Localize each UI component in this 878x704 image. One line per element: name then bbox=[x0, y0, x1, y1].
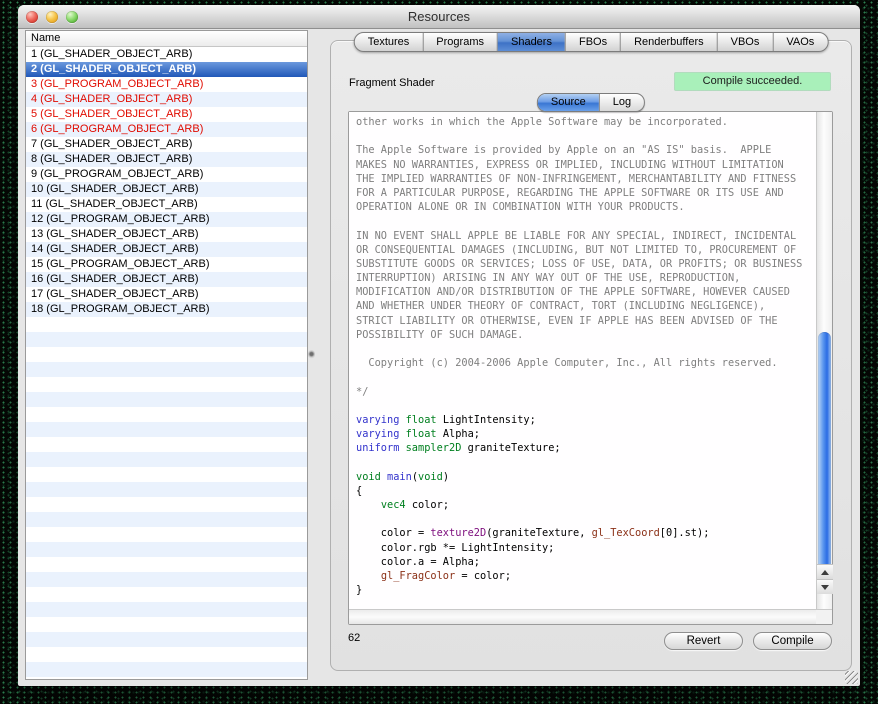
list-item-7[interactable]: 7 (GL_SHADER_OBJECT_ARB) bbox=[26, 137, 307, 152]
shaders-tab-panel: TexturesProgramsShadersFBOsRenderbuffers… bbox=[330, 40, 852, 671]
list-item-15[interactable]: 15 (GL_PROGRAM_OBJECT_ARB) bbox=[26, 257, 307, 272]
code-line bbox=[356, 214, 816, 228]
code-line bbox=[356, 129, 816, 143]
code-line: POSSIBILITY OF SUCH DAMAGE. bbox=[356, 328, 816, 342]
code-line: color = texture2D(graniteTexture, gl_Tex… bbox=[356, 526, 816, 540]
code-line: SUBSTITUTE GOODS OR SERVICES; LOSS OF US… bbox=[356, 257, 816, 271]
code-line: void main(void) bbox=[356, 470, 816, 484]
code-line: The Apple Software is provided by Apple … bbox=[356, 143, 816, 157]
code-line: THE IMPLIED WARRANTIES OF NON-INFRINGEME… bbox=[356, 172, 816, 186]
tab-renderbuffers[interactable]: Renderbuffers bbox=[621, 33, 718, 51]
resource-list-body: 1 (GL_SHADER_OBJECT_ARB)2 (GL_SHADER_OBJ… bbox=[26, 47, 307, 679]
code-line: */ bbox=[356, 385, 816, 399]
code-line: MAKES NO WARRANTIES, EXPRESS OR IMPLIED,… bbox=[356, 158, 816, 172]
desktop-background: Resources Name 1 (GL_SHADER_OBJECT_ARB)2… bbox=[0, 0, 878, 704]
code-line: AND WHETHER UNDER THEORY OF CONTRACT, TO… bbox=[356, 299, 816, 313]
code-line: color.a = Alpha; bbox=[356, 555, 816, 569]
tab-fbos[interactable]: FBOs bbox=[566, 33, 621, 51]
code-line: varying float Alpha; bbox=[356, 427, 816, 441]
list-item-11[interactable]: 11 (GL_SHADER_OBJECT_ARB) bbox=[26, 197, 307, 212]
list-item-5[interactable]: 5 (GL_SHADER_OBJECT_ARB) bbox=[26, 107, 307, 122]
compile-button[interactable]: Compile bbox=[753, 632, 832, 650]
code-line bbox=[356, 456, 816, 470]
arrow-up-icon bbox=[821, 570, 829, 575]
code-line: varying float LightIntensity; bbox=[356, 413, 816, 427]
tab-textures[interactable]: Textures bbox=[355, 33, 424, 51]
code-line bbox=[356, 370, 816, 384]
code-line: IN NO EVENT SHALL APPLE BE LIABLE FOR AN… bbox=[356, 229, 816, 243]
window-controls bbox=[26, 11, 78, 23]
horizontal-scrollbar[interactable] bbox=[349, 609, 816, 624]
list-item-8[interactable]: 8 (GL_SHADER_OBJECT_ARB) bbox=[26, 152, 307, 167]
code-line: } bbox=[356, 583, 816, 597]
shader-source-text[interactable]: other works in which the Apple Software … bbox=[349, 112, 816, 609]
tab-programs[interactable]: Programs bbox=[423, 33, 498, 51]
tab-vaos[interactable]: VAOs bbox=[773, 33, 827, 51]
list-item-10[interactable]: 10 (GL_SHADER_OBJECT_ARB) bbox=[26, 182, 307, 197]
compile-status-badge: Compile succeeded. bbox=[675, 73, 830, 90]
minimize-button-icon[interactable] bbox=[46, 11, 58, 23]
revert-button[interactable]: Revert bbox=[664, 632, 743, 650]
resources-window: Resources Name 1 (GL_SHADER_OBJECT_ARB)2… bbox=[18, 5, 860, 686]
code-line: MODIFICATION AND/OR DISTRIBUTION OF THE … bbox=[356, 285, 816, 299]
scroll-up-button[interactable] bbox=[817, 564, 833, 579]
tab-bar: TexturesProgramsShadersFBOsRenderbuffers… bbox=[354, 32, 829, 52]
list-item-9[interactable]: 9 (GL_PROGRAM_OBJECT_ARB) bbox=[26, 167, 307, 182]
code-line: color.rgb *= LightIntensity; bbox=[356, 541, 816, 555]
list-item-2[interactable]: 2 (GL_SHADER_OBJECT_ARB) bbox=[26, 62, 307, 77]
code-line: { bbox=[356, 484, 816, 498]
list-header-name[interactable]: Name bbox=[26, 31, 307, 47]
title-bar[interactable]: Resources bbox=[18, 5, 860, 29]
list-item-3[interactable]: 3 (GL_PROGRAM_OBJECT_ARB) bbox=[26, 77, 307, 92]
code-line: FOR A PARTICULAR PURPOSE, REGARDING THE … bbox=[356, 186, 816, 200]
code-line: STRICT LIABILITY OR OTHERWISE, EVEN IF A… bbox=[356, 314, 816, 328]
list-item-16[interactable]: 16 (GL_SHADER_OBJECT_ARB) bbox=[26, 272, 307, 287]
code-line: gl_FragColor = color; bbox=[356, 569, 816, 583]
code-line bbox=[356, 399, 816, 413]
list-item-14[interactable]: 14 (GL_SHADER_OBJECT_ARB) bbox=[26, 242, 307, 257]
splitter-dimple-icon[interactable] bbox=[308, 350, 315, 359]
code-line bbox=[356, 342, 816, 356]
scroll-down-button[interactable] bbox=[817, 579, 833, 594]
list-item-12[interactable]: 12 (GL_PROGRAM_OBJECT_ARB) bbox=[26, 212, 307, 227]
code-line: INTERRUPTION) ARISING IN ANY WAY OUT OF … bbox=[356, 271, 816, 285]
tab-shaders[interactable]: Shaders bbox=[498, 33, 566, 51]
arrow-down-icon bbox=[821, 585, 829, 590]
vertical-scrollbar[interactable] bbox=[816, 112, 832, 609]
list-item-4[interactable]: 4 (GL_SHADER_OBJECT_ARB) bbox=[26, 92, 307, 107]
window-title: Resources bbox=[408, 9, 470, 24]
resize-grip-icon[interactable] bbox=[845, 671, 858, 684]
list-item-13[interactable]: 13 (GL_SHADER_OBJECT_ARB) bbox=[26, 227, 307, 242]
segment-source[interactable]: Source bbox=[538, 94, 600, 111]
source-log-segmented-control: SourceLog bbox=[537, 93, 645, 112]
list-item-1[interactable]: 1 (GL_SHADER_OBJECT_ARB) bbox=[26, 47, 307, 62]
zoom-button-icon[interactable] bbox=[66, 11, 78, 23]
code-line: uniform sampler2D graniteTexture; bbox=[356, 441, 816, 455]
code-line: OPERATION ALONE OR IN COMBINATION WITH Y… bbox=[356, 200, 816, 214]
list-item-17[interactable]: 17 (GL_SHADER_OBJECT_ARB) bbox=[26, 287, 307, 302]
code-line bbox=[356, 512, 816, 526]
code-line: OR CONSEQUENTIAL DAMAGES (INCLUDING, BUT… bbox=[356, 243, 816, 257]
code-line: vec4 color; bbox=[356, 498, 816, 512]
shader-source-editor[interactable]: other works in which the Apple Software … bbox=[348, 111, 833, 625]
shader-type-label: Fragment Shader bbox=[349, 77, 435, 89]
scrollbar-corner bbox=[816, 609, 832, 624]
tab-vbos[interactable]: VBOs bbox=[718, 33, 774, 51]
resource-list: Name 1 (GL_SHADER_OBJECT_ARB)2 (GL_SHADE… bbox=[25, 30, 308, 680]
list-item-18[interactable]: 18 (GL_PROGRAM_OBJECT_ARB) bbox=[26, 302, 307, 317]
scrollbar-thumb[interactable] bbox=[818, 332, 831, 574]
segment-log[interactable]: Log bbox=[600, 94, 644, 111]
code-line: Copyright (c) 2004-2006 Apple Computer, … bbox=[356, 356, 816, 370]
list-item-6[interactable]: 6 (GL_PROGRAM_OBJECT_ARB) bbox=[26, 122, 307, 137]
line-count-label: 62 bbox=[348, 632, 360, 644]
close-button-icon[interactable] bbox=[26, 11, 38, 23]
code-line: other works in which the Apple Software … bbox=[356, 115, 816, 129]
